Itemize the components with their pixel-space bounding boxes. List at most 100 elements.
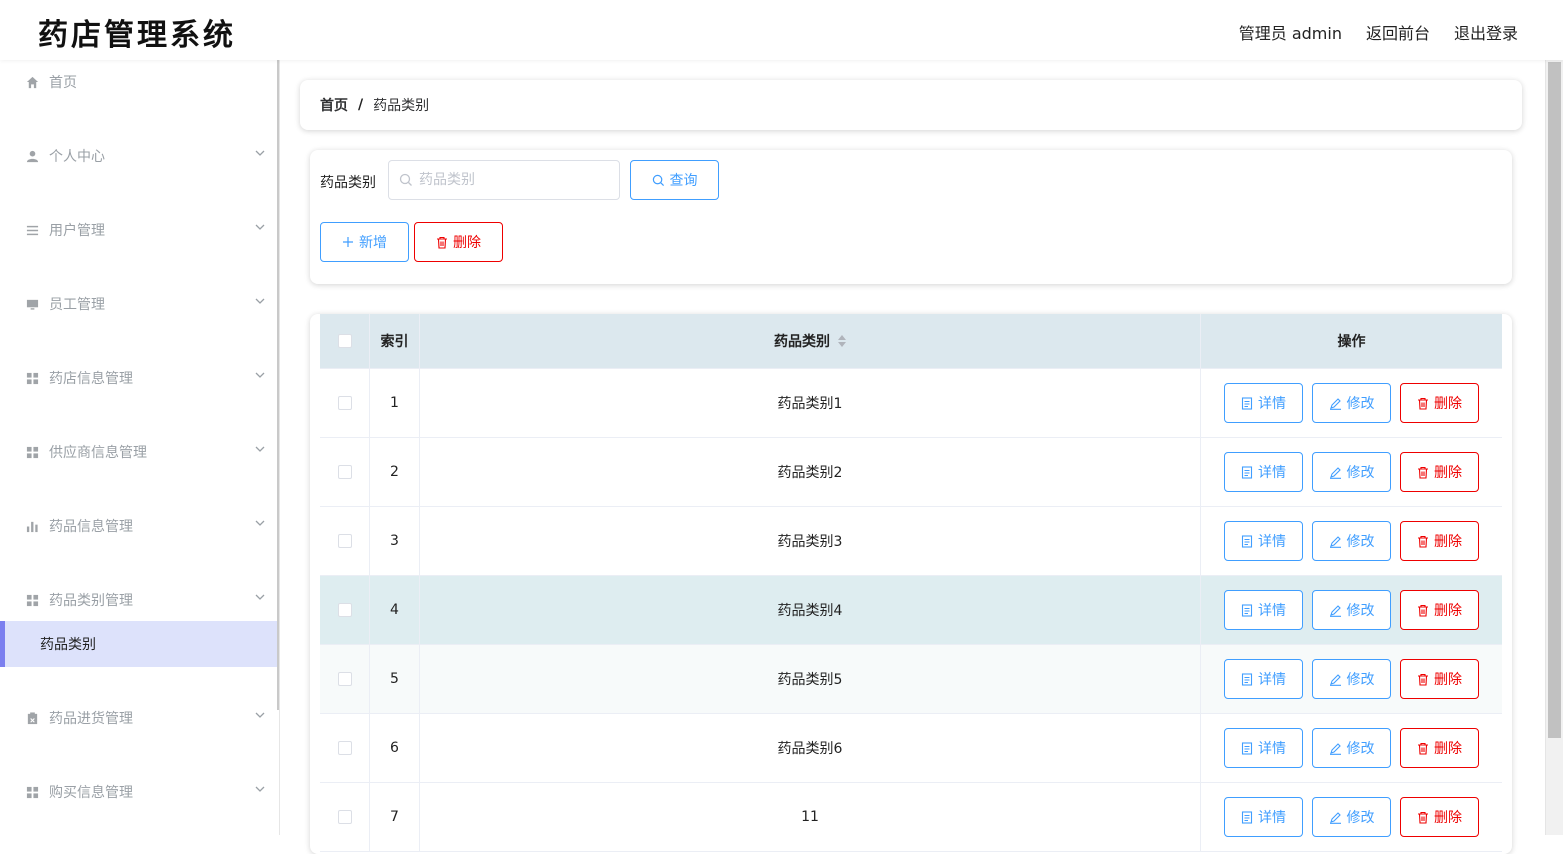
edit-button[interactable]: 修改 xyxy=(1312,659,1391,699)
row-checkbox-cell xyxy=(320,438,370,506)
table-row: 6 药品类别6 详情 修改 删除 xyxy=(320,714,1502,783)
row-actions: 详情 修改 删除 xyxy=(1201,714,1502,782)
sidebar-item-label: 供应商信息管理 xyxy=(49,445,147,461)
sidebar-item-label: 药品类别管理 xyxy=(49,593,133,609)
sort-icon[interactable] xyxy=(838,335,846,347)
header-actions: 操作 xyxy=(1337,334,1366,350)
detail-button[interactable]: 详情 xyxy=(1224,383,1303,423)
trash-icon xyxy=(1417,673,1429,686)
sidebar-item-purchase-info[interactable]: 购买信息管理 xyxy=(0,772,277,812)
sidebar-item-personal-center[interactable]: 个人中心 xyxy=(0,136,277,176)
document-icon xyxy=(1241,672,1253,686)
delete-button[interactable]: 删除 xyxy=(1400,452,1479,492)
edit-button[interactable]: 修改 xyxy=(1312,452,1391,492)
sidebar-item-drug-category-management[interactable]: 药品类别管理 xyxy=(0,580,277,620)
table-header-row: 索引 药品类别 操作 xyxy=(320,314,1502,369)
row-checkbox-cell xyxy=(320,507,370,575)
header-category[interactable]: 药品类别 xyxy=(420,314,1201,368)
detail-button[interactable]: 详情 xyxy=(1224,521,1303,561)
sidebar-item-home[interactable]: 首页 xyxy=(0,62,277,102)
edit-button[interactable]: 修改 xyxy=(1312,728,1391,768)
add-button[interactable]: 新增 xyxy=(320,222,409,262)
detail-button[interactable]: 详情 xyxy=(1224,659,1303,699)
chevron-down-icon xyxy=(253,708,267,722)
row-checkbox-cell xyxy=(320,645,370,713)
edit-button[interactable]: 修改 xyxy=(1312,797,1391,837)
query-button[interactable]: 查询 xyxy=(630,160,719,200)
top-header: 药店管理系统 管理员 admin 返回前台 退出登录 xyxy=(0,0,1563,60)
detail-button[interactable]: 详情 xyxy=(1224,797,1303,837)
edit-button-label: 修改 xyxy=(1346,741,1375,757)
row-index: 2 xyxy=(370,438,420,506)
row-category: 药品类别2 xyxy=(420,438,1201,506)
logout-link[interactable]: 退出登录 xyxy=(1454,20,1518,44)
delete-button-label: 删除 xyxy=(453,235,481,251)
document-icon xyxy=(1241,396,1253,410)
search-label: 药品类别 xyxy=(320,175,376,191)
detail-button-label: 详情 xyxy=(1258,396,1286,412)
edit-button[interactable]: 修改 xyxy=(1312,590,1391,630)
edit-button-label: 修改 xyxy=(1346,810,1375,826)
sidebar-item-label: 首页 xyxy=(49,75,77,91)
row-actions: 详情 修改 删除 xyxy=(1201,438,1502,506)
detail-button-label: 详情 xyxy=(1258,603,1286,619)
sidebar-item-supplier-info[interactable]: 供应商信息管理 xyxy=(0,432,277,472)
sidebar-item-label: 购买信息管理 xyxy=(49,785,133,801)
delete-button-label: 删除 xyxy=(1434,534,1462,550)
app-title: 药店管理系统 xyxy=(38,18,236,53)
sidebar-item-staff-management[interactable]: 员工管理 xyxy=(0,284,277,324)
header-index: 索引 xyxy=(370,314,420,368)
query-button-label: 查询 xyxy=(669,173,698,189)
bar-chart-icon xyxy=(25,519,39,533)
back-front-link[interactable]: 返回前台 xyxy=(1366,20,1430,44)
page-scrollbar[interactable] xyxy=(1545,60,1563,835)
row-checkbox-cell xyxy=(320,369,370,437)
home-icon xyxy=(25,75,39,89)
edit-button[interactable]: 修改 xyxy=(1312,383,1391,423)
delete-button[interactable]: 删除 xyxy=(1400,797,1479,837)
page-scrollbar-thumb[interactable] xyxy=(1548,62,1561,738)
document-icon xyxy=(1241,603,1253,617)
row-checkbox[interactable] xyxy=(337,810,352,824)
sidebar: 首页 个人中心 用户管理 员工管理 药店信息管理 供应商信息管理 药品信息管理 … xyxy=(0,60,280,835)
row-checkbox[interactable] xyxy=(337,603,352,617)
search-input[interactable] xyxy=(388,160,620,200)
edit-button-label: 修改 xyxy=(1346,672,1375,688)
row-checkbox[interactable] xyxy=(337,741,352,755)
sidebar-item-drug-purchase[interactable]: 药品进货管理 xyxy=(0,698,277,738)
batch-delete-button[interactable]: 删除 xyxy=(414,222,503,262)
row-checkbox[interactable] xyxy=(337,465,352,479)
sidebar-subitem-drug-category[interactable]: 药品类别 xyxy=(0,621,277,667)
detail-button[interactable]: 详情 xyxy=(1224,452,1303,492)
delete-button[interactable]: 删除 xyxy=(1400,659,1479,699)
delete-button[interactable]: 删除 xyxy=(1400,728,1479,768)
delete-button-label: 删除 xyxy=(1434,465,1462,481)
delete-button-label: 删除 xyxy=(1434,810,1462,826)
list-icon xyxy=(25,223,39,237)
detail-button[interactable]: 详情 xyxy=(1224,728,1303,768)
select-all-checkbox[interactable] xyxy=(337,334,352,348)
row-index: 6 xyxy=(370,714,420,782)
delete-button[interactable]: 删除 xyxy=(1400,521,1479,561)
delete-button[interactable]: 删除 xyxy=(1400,383,1479,423)
edit-button[interactable]: 修改 xyxy=(1312,521,1391,561)
row-checkbox[interactable] xyxy=(337,672,352,686)
sidebar-item-drug-info[interactable]: 药品信息管理 xyxy=(0,506,277,546)
trash-icon xyxy=(1417,397,1429,410)
row-checkbox[interactable] xyxy=(337,534,352,548)
breadcrumb-home[interactable]: 首页 xyxy=(320,95,348,115)
row-actions: 详情 修改 删除 xyxy=(1201,369,1502,437)
edit-button-label: 修改 xyxy=(1346,603,1375,619)
row-checkbox[interactable] xyxy=(337,396,352,410)
chevron-down-icon xyxy=(253,442,267,456)
detail-button[interactable]: 详情 xyxy=(1224,590,1303,630)
detail-button-label: 详情 xyxy=(1258,672,1286,688)
row-category: 药品类别5 xyxy=(420,645,1201,713)
table-row: 2 药品类别2 详情 修改 删除 xyxy=(320,438,1502,507)
chevron-down-icon xyxy=(253,516,267,530)
delete-button[interactable]: 删除 xyxy=(1400,590,1479,630)
sidebar-item-user-management[interactable]: 用户管理 xyxy=(0,210,277,250)
user-icon xyxy=(25,149,39,163)
sidebar-item-pharmacy-info[interactable]: 药店信息管理 xyxy=(0,358,277,398)
table-row: 4 药品类别4 详情 修改 删除 xyxy=(320,576,1502,645)
